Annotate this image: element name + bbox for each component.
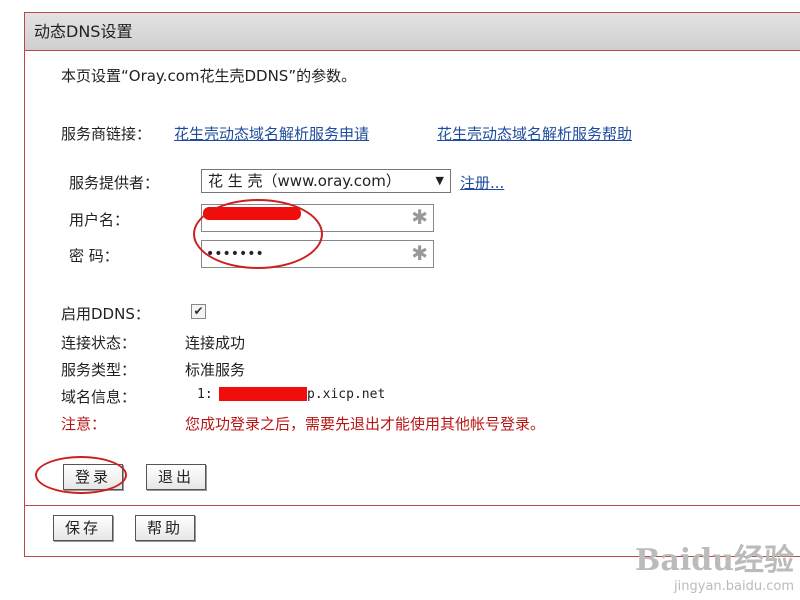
baidu-watermark: Baidu经验 jingyan.baidu.com bbox=[635, 535, 794, 594]
panel-title: 动态DNS设置 bbox=[25, 13, 800, 51]
note-label: 注意： bbox=[61, 415, 107, 433]
provider-links-label: 服务商链接： bbox=[61, 125, 152, 143]
service-type-label: 服务类型： bbox=[61, 361, 137, 379]
note-text: 您成功登录之后，需要先退出才能使用其他帐号登录。 bbox=[185, 415, 546, 433]
highlight-circle-login bbox=[35, 456, 127, 494]
ddns-settings-panel: 动态DNS设置 本页设置“Oray.com花生壳DDNS”的参数。 服务商链接：… bbox=[24, 12, 800, 557]
required-asterisk-icon: ✱ bbox=[411, 241, 428, 265]
connection-status-value: 连接成功 bbox=[185, 334, 246, 352]
domain-info-label: 域名信息： bbox=[61, 388, 137, 406]
domain-redaction bbox=[219, 387, 307, 401]
required-asterisk-icon: ✱ bbox=[411, 205, 428, 229]
provider-label: 服务提供者： bbox=[69, 174, 160, 192]
intro-text: 本页设置“Oray.com花生壳DDNS”的参数。 bbox=[61, 67, 357, 85]
provider-select[interactable]: 花 生 壳（www.oray.com） ▼ bbox=[201, 169, 451, 193]
connection-status-label: 连接状态： bbox=[61, 334, 137, 352]
domain-prefix: 1: bbox=[197, 387, 213, 402]
service-type-value: 标准服务 bbox=[185, 361, 246, 379]
provider-select-value: 花 生 壳（www.oray.com） bbox=[208, 172, 401, 190]
domain-suffix: p.xicp.net bbox=[307, 387, 386, 402]
save-button[interactable]: 保存 bbox=[53, 515, 113, 541]
help-button[interactable]: 帮助 bbox=[135, 515, 195, 541]
ddns-label: 启用DDNS： bbox=[61, 305, 150, 323]
password-label: 密 码： bbox=[69, 247, 119, 265]
watermark-url: jingyan.baidu.com bbox=[674, 579, 794, 594]
apply-service-link[interactable]: 花生壳动态域名解析服务申请 bbox=[174, 123, 369, 144]
logout-button[interactable]: 退出 bbox=[146, 464, 206, 490]
dropdown-arrow-icon: ▼ bbox=[435, 174, 444, 187]
username-label: 用户名： bbox=[69, 211, 130, 229]
watermark-brand: Baidu经验 bbox=[635, 543, 794, 578]
register-link[interactable]: 注册... bbox=[460, 172, 504, 193]
service-help-link[interactable]: 花生壳动态域名解析服务帮助 bbox=[437, 123, 632, 144]
enable-ddns-checkbox[interactable]: ✔ bbox=[191, 304, 206, 319]
highlight-circle-credentials bbox=[193, 199, 323, 269]
footer-divider bbox=[25, 505, 800, 506]
